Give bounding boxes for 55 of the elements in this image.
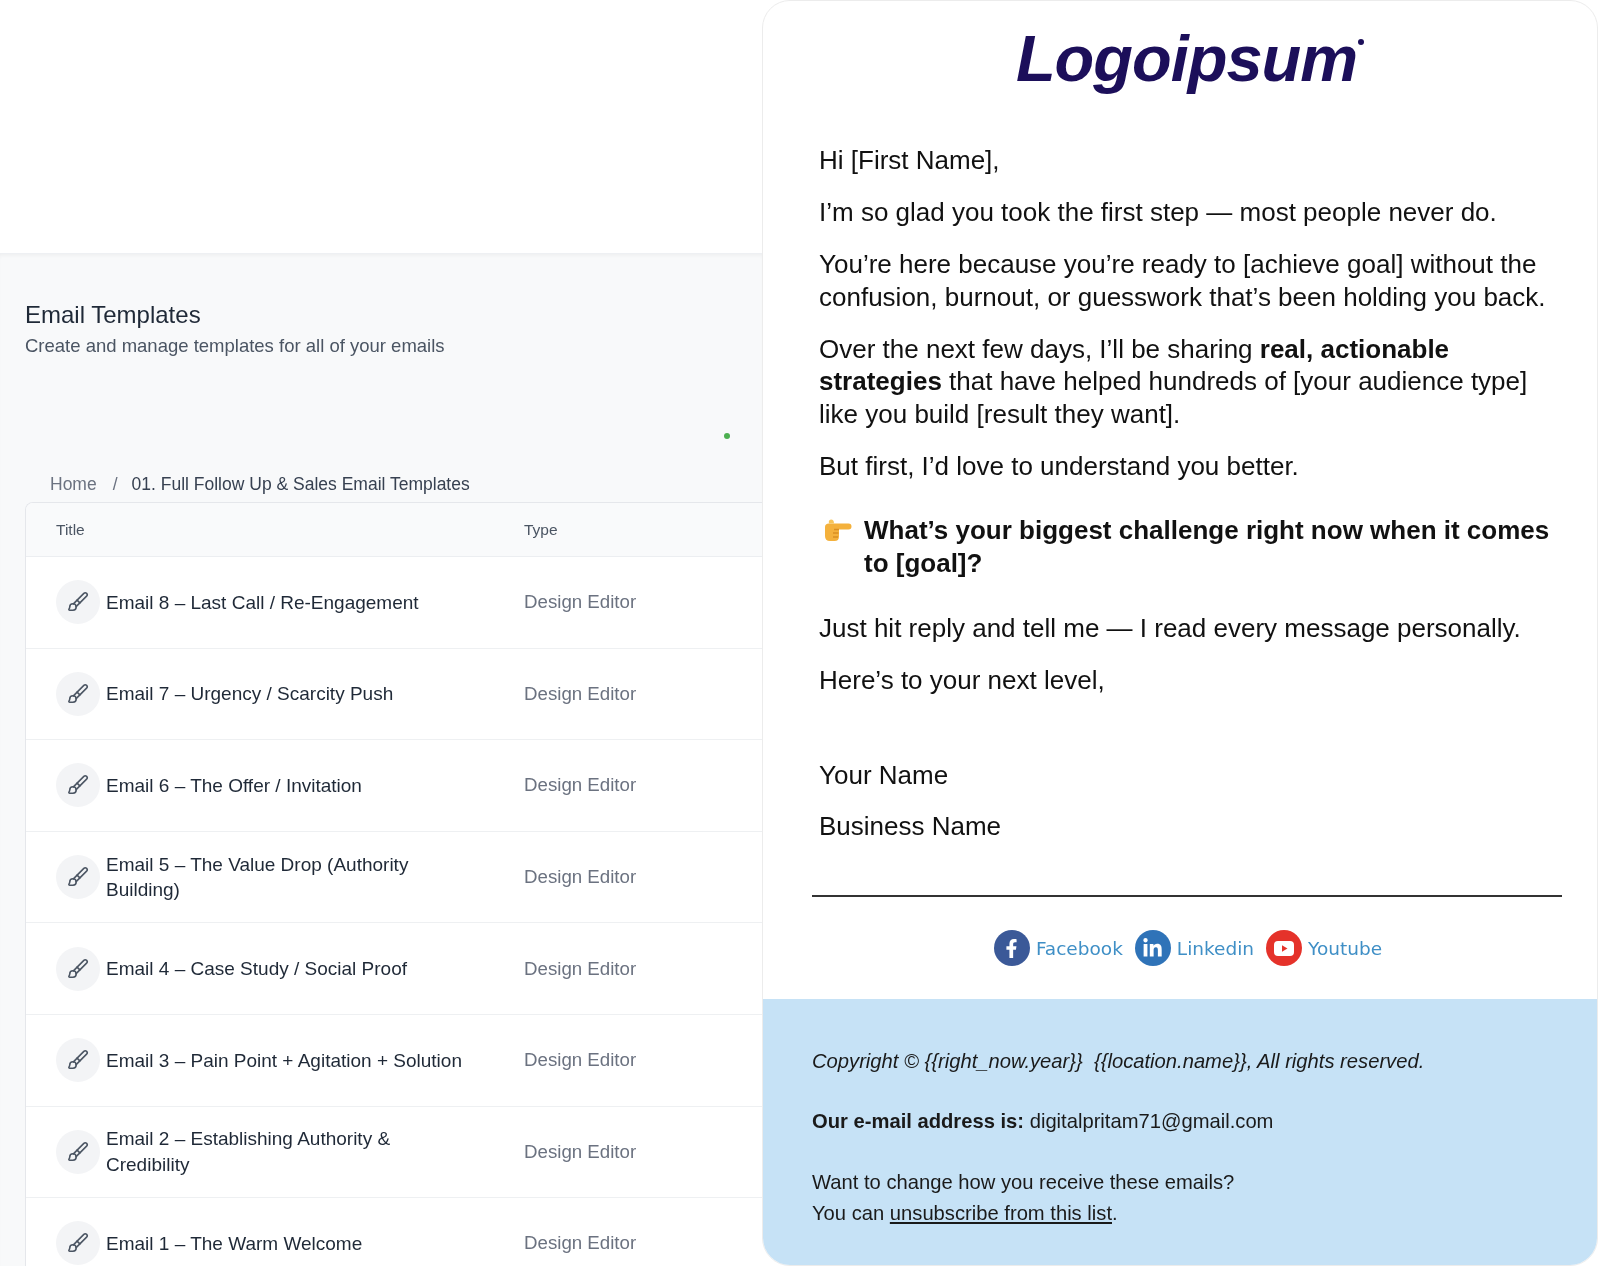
- social-link[interactable]: Facebook: [993, 930, 1123, 966]
- brush-icon: [56, 763, 100, 808]
- template-type: Design Editor: [524, 591, 637, 614]
- change-prompt-text: Want to change how you receive these emails?: [812, 1170, 1236, 1195]
- youtube-icon: [1266, 930, 1303, 966]
- body-paragraph: Over the next few days, I’ll be sharing real, actionable strategies that have helped hundreds of [your audience type] like you build [result they want].: [819, 332, 1529, 430]
- question-text: What’s your biggest challenge right now when it comes to [goal]?: [864, 514, 1551, 579]
- brush-icon: [56, 1129, 100, 1174]
- breadcrumb-separator: /: [112, 473, 118, 495]
- brush-icon: [56, 855, 100, 900]
- breadcrumb-link[interactable]: Home: [50, 473, 97, 495]
- template-type: Design Editor: [524, 866, 637, 889]
- social-link[interactable]: Youtube: [1266, 930, 1383, 966]
- sign-off-text: Here’s to your next level,: [819, 664, 1106, 697]
- template-title[interactable]: Email 5 – The Value Drop (Authority Building): [106, 851, 470, 903]
- greeting-text: Hi [First Name],: [819, 144, 1001, 177]
- template-type: Design Editor: [524, 774, 637, 797]
- column-header: Type: [524, 520, 558, 539]
- template-title[interactable]: Email 7 – Urgency / Scarcity Push: [106, 681, 394, 707]
- email-address-text: Our e-mail address is: digitalpritam71@gmail.com: [812, 1109, 1275, 1134]
- body-paragraph: You’re here because you’re ready to [achieve goal] without the confusion, burnout, or guesswork that’s been holding you back.: [819, 248, 1547, 313]
- unsubscribe-text: You can unsubscribe from this list.: [812, 1201, 1119, 1226]
- status-dot-icon: [724, 433, 730, 439]
- linkedin-icon: [1134, 930, 1171, 966]
- social-link[interactable]: Linkedin: [1134, 930, 1255, 966]
- body-paragraph: Just hit reply and tell me — I read every message personally.: [819, 612, 1522, 645]
- template-title[interactable]: Email 6 – The Offer / Invitation: [106, 772, 362, 799]
- template-type: Design Editor: [524, 1232, 637, 1255]
- template-type: Design Editor: [524, 957, 637, 980]
- template-title[interactable]: Email 3 – Pain Point + Agitation + Solution: [106, 1047, 462, 1073]
- logo-dot-icon: [1358, 39, 1365, 45]
- template-title[interactable]: Email 1 – The Warm Welcome: [106, 1230, 363, 1257]
- logo-text: Logoipsum: [1015, 23, 1358, 95]
- template-title[interactable]: Email 2 – Establishing Authority & Credibility: [106, 1126, 470, 1178]
- page-subtitle: Create and manage templates for all of your emails: [25, 335, 445, 357]
- copyright-text: Copyright © {{right_now.year}} {{location.name}}, All rights reserved.: [812, 1049, 1426, 1074]
- brush-icon: [56, 580, 100, 625]
- breadcrumb-current: 01. Full Follow Up & Sales Email Templates: [131, 473, 470, 495]
- template-type: Design Editor: [524, 1049, 637, 1072]
- pointing-hand-icon: [822, 518, 852, 542]
- template-title[interactable]: Email 4 – Case Study / Social Proof: [106, 955, 407, 982]
- brush-icon: [56, 1038, 100, 1083]
- brush-icon: [56, 671, 100, 716]
- facebook-icon: [993, 930, 1030, 966]
- body-paragraph: I’m so glad you took the first step — most people never do.: [819, 196, 1498, 229]
- page-title: Email Templates: [25, 300, 201, 330]
- signature-line: Your Name: [819, 759, 950, 792]
- signature-line: Business Name: [819, 810, 1003, 843]
- unsubscribe-link[interactable]: unsubscribe from this list: [889, 1202, 1112, 1224]
- template-title[interactable]: Email 8 – Last Call / Re-Engagement: [106, 589, 419, 616]
- brush-icon: [56, 946, 100, 991]
- column-header: Title: [56, 520, 85, 539]
- body-paragraph: But first, I’d love to understand you better.: [819, 449, 1300, 482]
- template-type: Design Editor: [524, 1140, 637, 1163]
- template-type: Design Editor: [524, 682, 637, 705]
